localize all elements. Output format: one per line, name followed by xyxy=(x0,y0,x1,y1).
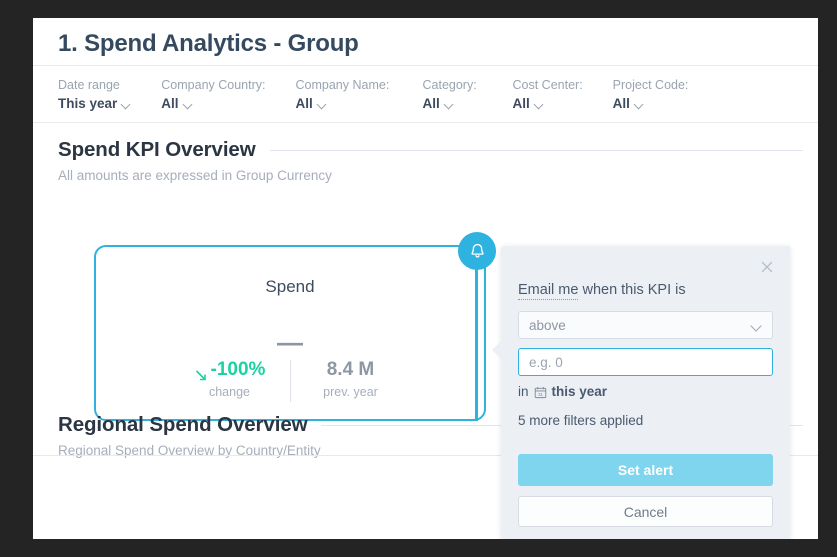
svg-text:31: 31 xyxy=(538,392,543,397)
kpi-change-row: -100% xyxy=(194,357,266,383)
section-subtitle: All amounts are expressed in Group Curre… xyxy=(58,168,332,183)
cancel-button[interactable]: Cancel xyxy=(518,496,773,527)
filter-value: This year xyxy=(58,96,118,111)
filter-cost-center[interactable]: Cost Center: All xyxy=(513,77,583,112)
filter-value-row[interactable]: All xyxy=(161,96,265,112)
arrow-down-right-icon xyxy=(194,364,208,381)
kpi-prev-stat: 8.4 M prev. year xyxy=(291,357,411,399)
filter-value-row[interactable]: All xyxy=(296,96,393,112)
section-rule xyxy=(269,149,803,151)
section-title: Regional Spend Overview xyxy=(58,413,308,436)
filter-company-name[interactable]: Company Name: All xyxy=(296,77,393,112)
divider-filters xyxy=(33,122,818,123)
alert-channel-link[interactable]: Email me xyxy=(518,282,579,300)
filter-value-row[interactable]: All xyxy=(423,96,483,112)
calendar-icon: 31 xyxy=(534,386,547,399)
chevron-down-icon xyxy=(535,101,544,107)
filter-value-row[interactable]: All xyxy=(613,96,689,112)
alert-period-value: this year xyxy=(551,384,608,399)
filter-value-row[interactable]: All xyxy=(513,96,583,112)
alert-connector-line xyxy=(475,266,478,421)
alert-condition-select[interactable]: above xyxy=(518,311,773,339)
kpi-prev-label: prev. year xyxy=(323,385,378,399)
chevron-down-icon xyxy=(184,101,193,107)
kpi-change-label: change xyxy=(208,385,250,399)
close-icon[interactable] xyxy=(757,257,777,277)
filter-project-code[interactable]: Project Code: All xyxy=(613,77,689,112)
section-spend-kpi-overview: Spend KPI Overview All amounts are expre… xyxy=(58,138,803,183)
filter-label: Category: xyxy=(422,78,477,92)
kpi-change-value: -100% xyxy=(210,359,266,380)
filter-value: All xyxy=(612,96,630,111)
chevron-down-icon xyxy=(122,101,131,107)
kpi-title: Spend xyxy=(265,277,315,296)
alert-filters-note: 5 more filters applied xyxy=(518,413,644,428)
kpi-stats: -100% change 8.4 M prev. year xyxy=(96,357,484,402)
popover-pointer xyxy=(492,340,502,360)
chevron-down-icon xyxy=(445,101,454,107)
alert-period-prefix: in xyxy=(518,384,529,399)
filter-label: Company Name: xyxy=(295,78,390,92)
page-title: 1. Spend Analytics - Group xyxy=(58,30,359,57)
filter-bar: Date range This year Company Country: Al… xyxy=(58,77,718,112)
filter-value: All xyxy=(512,96,530,111)
kpi-main-value: — xyxy=(277,327,303,357)
set-alert-popover: Email me when this KPI is above in 31 xyxy=(492,246,790,539)
alert-condition-label: Email me when this KPI is xyxy=(518,282,686,300)
filter-date-range[interactable]: Date range This year xyxy=(58,77,131,112)
filter-label: Project Code: xyxy=(612,78,689,92)
dashboard-page: 1. Spend Analytics - Group Date range Th… xyxy=(33,18,818,539)
kpi-card-spend[interactable]: Spend — -100% change 8.4 M prev. year xyxy=(94,245,486,421)
kpi-prev-value: 8.4 M xyxy=(326,359,375,380)
alert-period-row: in 31 this year xyxy=(518,384,607,399)
kpi-change-stat: -100% change xyxy=(170,357,290,399)
alert-condition-label-rest: when this KPI is xyxy=(578,282,686,298)
filter-label: Company Country: xyxy=(161,78,266,92)
chevron-down-icon xyxy=(751,322,762,329)
chevron-down-icon xyxy=(318,101,327,107)
bell-icon[interactable] xyxy=(458,232,496,270)
divider-header xyxy=(33,65,818,66)
filter-value-row[interactable]: This year xyxy=(58,96,131,112)
filter-label: Date range xyxy=(58,78,120,92)
section-title: Spend KPI Overview xyxy=(58,138,256,161)
kpi-prev-row: 8.4 M xyxy=(327,357,375,383)
filter-company-country[interactable]: Company Country: All xyxy=(161,77,265,112)
alert-threshold-input[interactable] xyxy=(518,348,773,376)
filter-value: All xyxy=(295,96,313,111)
alert-condition-value: above xyxy=(529,317,566,333)
screenshot-frame: 1. Spend Analytics - Group Date range Th… xyxy=(0,0,837,557)
filter-value: All xyxy=(161,96,179,111)
filter-label: Cost Center: xyxy=(512,78,583,92)
section-header-row: Spend KPI Overview xyxy=(58,138,803,162)
filter-category[interactable]: Category: All xyxy=(423,77,483,112)
set-alert-button[interactable]: Set alert xyxy=(518,454,773,486)
chevron-down-icon xyxy=(635,101,644,107)
filter-value: All xyxy=(422,96,440,111)
